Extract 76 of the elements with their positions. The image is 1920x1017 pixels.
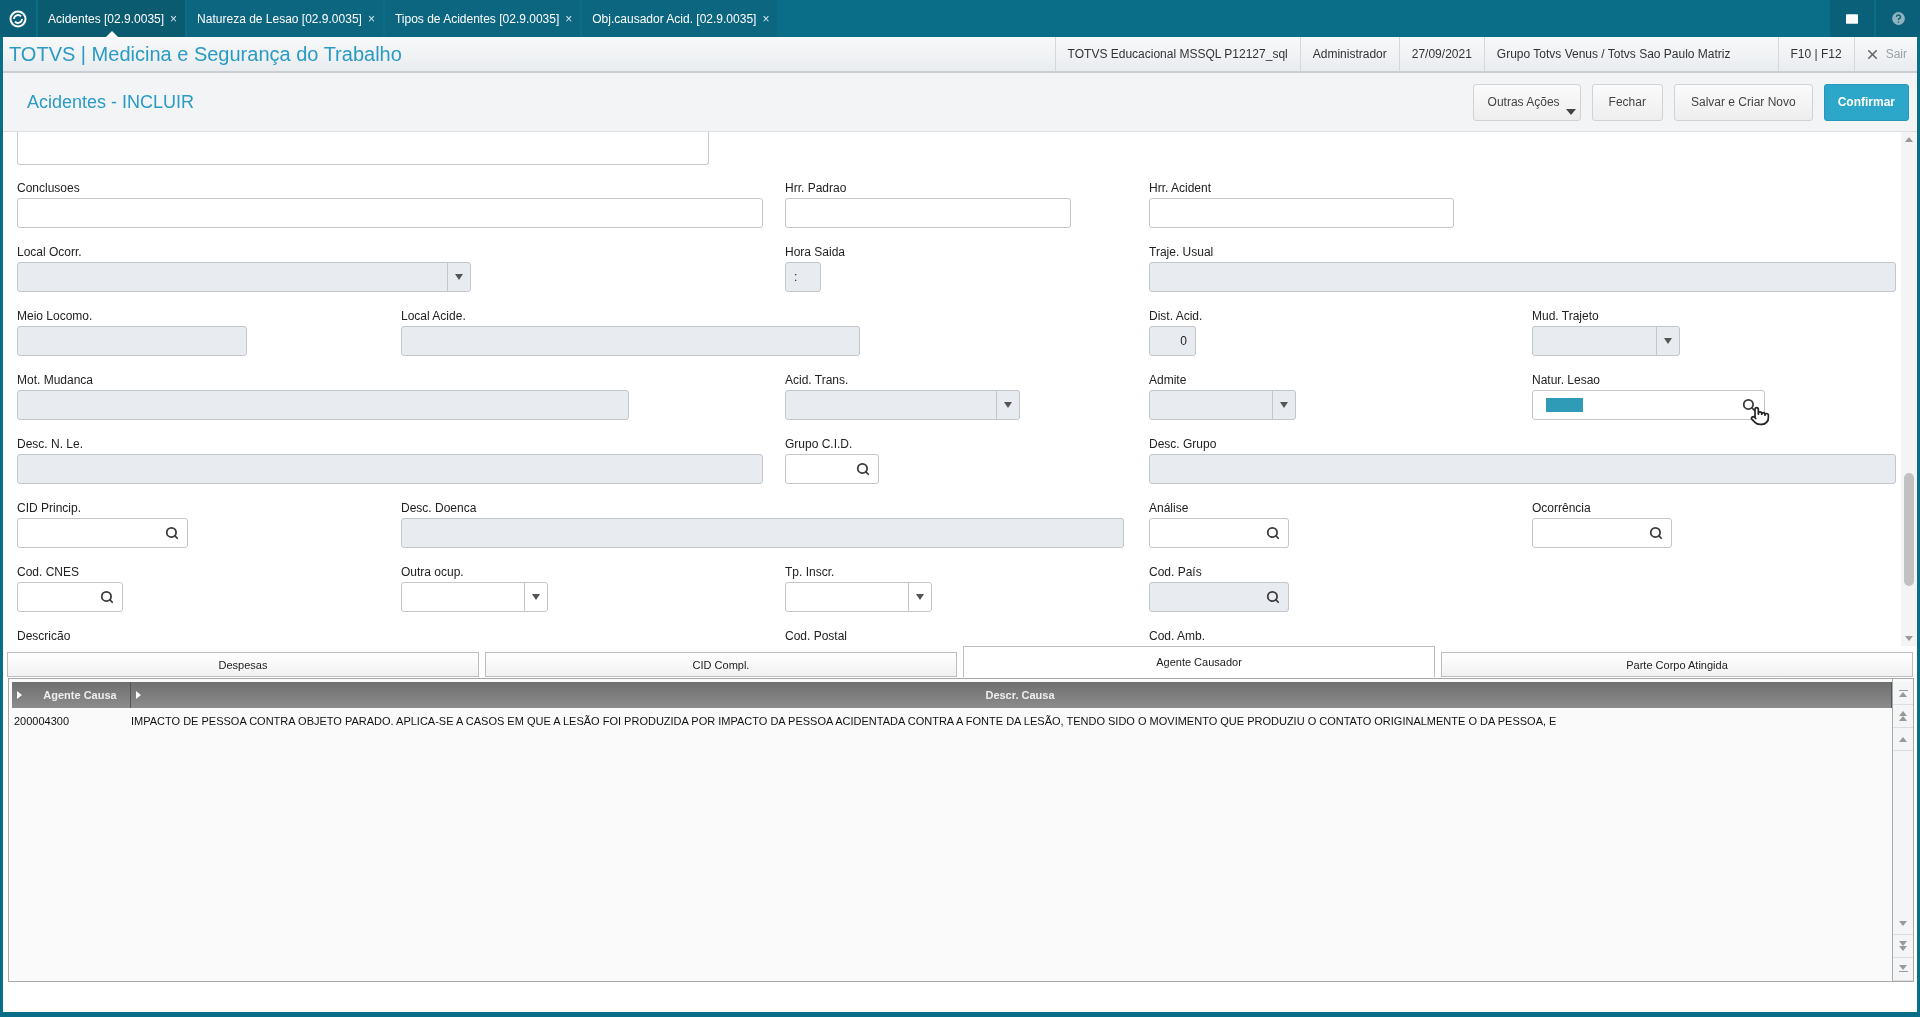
field-label: Ocorrência — [1532, 501, 1592, 515]
app-tab[interactable]: Obj.causador Acid. [02.9.0035] × — [582, 0, 778, 37]
field-label: Conclusoes — [17, 181, 81, 195]
input-field[interactable] — [17, 198, 763, 228]
field-label: Local Ocorr. — [17, 245, 83, 259]
lookup-field[interactable] — [17, 582, 123, 612]
app-title: TOTVS | Medicina e Segurança do Trabalho — [8, 42, 402, 66]
field-label: Local Acide. — [401, 309, 467, 323]
detail-tab[interactable]: Agente Causador — [963, 646, 1435, 677]
search-icon[interactable] — [1649, 526, 1663, 540]
search-icon[interactable] — [1742, 398, 1756, 412]
app-tab[interactable]: Natureza de Lesao [02.9.0035] × — [187, 0, 383, 37]
table-cell-text: IMPACTO DE PESSOA CONTRA OBJETO PARADO. APLICA-SE A CASOS EM QUE A LESÃO FOI PRODUZIDA POR IMPACTO DA PESSOA ACIDENTADA CONTRA A FONTE DA LESÃO, TENDO SIDO O MOVIMENTO QUE PRODUZIU O CONTATO ORIGINALMENTE O DA PESSOA, E — [131, 715, 1558, 727]
more-actions-button[interactable]: Outras Ações — [1472, 83, 1581, 121]
app-tab[interactable]: Tipos de Acidentes [02.9.0035] × — [384, 0, 581, 37]
field-label: Grupo C.I.D. — [785, 437, 854, 451]
session-info: Administrador — [1299, 37, 1399, 71]
field-label: Meio Locomo. — [17, 309, 94, 323]
field-label: Hrr. Acident — [1149, 181, 1213, 195]
lookup-field[interactable] — [1532, 518, 1672, 548]
field-label: Cod. Postal — [785, 629, 849, 643]
mail-button[interactable] — [1830, 0, 1874, 37]
field-label: Hora Saida — [785, 245, 847, 259]
field-label: Cod. CNES — [17, 565, 81, 579]
column-marker-icon — [17, 691, 22, 699]
action-button[interactable]: Salvar e Criar Novo — [1673, 83, 1813, 121]
scrollbar[interactable] — [1901, 132, 1917, 646]
help-button[interactable] — [1876, 0, 1920, 37]
hotkeys-label: F10 | F12 — [1777, 37, 1854, 71]
field-label: Desc. Grupo — [1149, 437, 1218, 451]
column-marker-icon — [136, 691, 141, 699]
logo-icon[interactable] — [9, 9, 27, 28]
field-label: Descricão — [17, 629, 72, 643]
column-header[interactable]: Descr. Causa — [149, 689, 1891, 701]
search-icon[interactable] — [1266, 526, 1280, 540]
text-area-field[interactable] — [17, 132, 709, 165]
field-label: Desc. N. Le. — [17, 437, 85, 451]
detail-tab[interactable]: Despesas — [7, 652, 479, 677]
field-label: Tp. Inscr. — [785, 565, 836, 579]
field-label: Natur. Lesao — [1532, 373, 1602, 387]
app-tab[interactable]: Acidentes [02.9.0035] × — [38, 0, 186, 37]
input-field[interactable] — [1149, 198, 1454, 228]
field-label: Desc. Doenca — [401, 501, 478, 515]
field-label: Dist. Acid. — [1149, 309, 1204, 323]
field-label: Mud. Trajeto — [1532, 309, 1600, 323]
search-icon[interactable] — [100, 590, 114, 604]
detail-tab[interactable]: Parte Corpo Atingida — [1441, 652, 1913, 677]
action-button[interactable]: Fechar — [1591, 83, 1663, 121]
text-selection — [1546, 398, 1583, 412]
lookup-field[interactable] — [1149, 518, 1289, 548]
session-info: 27/09/2021 — [1398, 37, 1484, 71]
search-icon[interactable] — [165, 526, 179, 540]
field-label: Traje. Usual — [1149, 245, 1215, 259]
page-title: Acidentes - INCLUIR — [27, 91, 195, 113]
dropdown-field[interactable] — [785, 582, 932, 612]
help-icon — [1889, 10, 1907, 27]
session-info: TOTVS Educacional MSSQL P12127_sql — [1054, 37, 1300, 71]
field-label: Cod. Amb. — [1149, 629, 1207, 643]
field-label: Cod. País — [1149, 565, 1203, 579]
detail-tab[interactable]: CID Compl. — [485, 652, 957, 677]
field-label: Acid. Trans. — [785, 373, 850, 387]
lookup-field[interactable] — [17, 518, 188, 548]
field-label: CID Princip. — [17, 501, 82, 515]
lookup-field[interactable] — [785, 454, 879, 484]
field-label: Mot. Mudanca — [17, 373, 95, 387]
hand-cursor-icon — [1750, 406, 1770, 426]
column-header[interactable]: Agente Causa — [30, 689, 130, 701]
search-icon[interactable] — [856, 462, 870, 476]
field-label: Outra ocup. — [401, 565, 465, 579]
dropdown-field[interactable] — [401, 582, 548, 612]
table-cell-text: 200004300 — [13, 715, 71, 727]
field-label: Análise — [1149, 501, 1190, 515]
session-info: Grupo Totvs Venus / Totvs Sao Paulo Matriz — [1483, 37, 1743, 71]
field-label: Hrr. Padrao — [785, 181, 848, 195]
field-label: Admite — [1149, 373, 1188, 387]
input-field[interactable] — [785, 198, 1071, 228]
